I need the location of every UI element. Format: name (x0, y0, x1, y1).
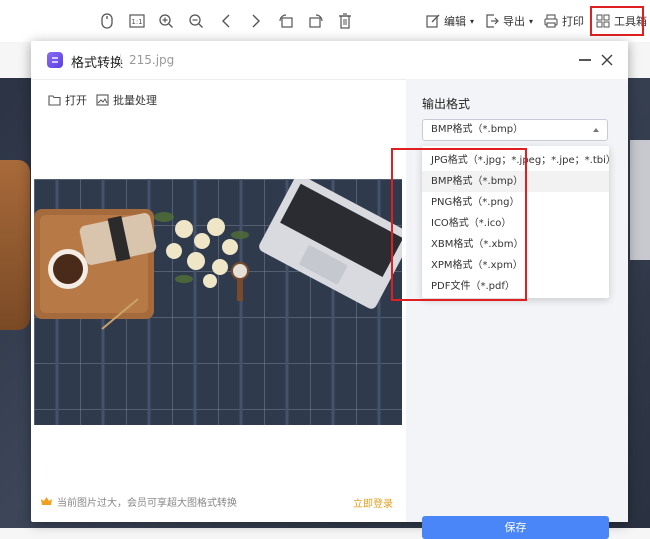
background-laptop (630, 140, 650, 260)
export-label: 导出 (503, 15, 525, 28)
output-format-label: 输出格式 (422, 97, 471, 111)
print-button[interactable]: 打印 (544, 10, 584, 32)
open-label: 打开 (65, 94, 87, 107)
prev-icon[interactable] (217, 10, 235, 32)
app-logo-icon (47, 52, 63, 68)
dialog-header: 格式转换 215.jpg (31, 41, 628, 80)
export-icon (486, 14, 499, 28)
chevron-up-icon (593, 128, 599, 132)
zoom-in-icon[interactable] (156, 10, 176, 32)
format-convert-dialog: 格式转换 215.jpg 打开 批量处理 当前图片过大，会员可享超大图格式转换 … (31, 41, 628, 539)
export-button[interactable]: 导出 ▾ (485, 10, 533, 32)
edit-button[interactable]: 编辑 ▾ (426, 10, 474, 32)
toolbox-highlight-box (590, 6, 644, 36)
image-icon (96, 94, 109, 106)
output-format-select[interactable]: BMP格式（*.bmp） (422, 119, 608, 141)
member-notice: 当前图片过大，会员可享超大图格式转换 (41, 494, 237, 509)
background-tray (0, 160, 30, 330)
login-link[interactable]: 立即登录 (353, 495, 393, 510)
rotate-right-icon[interactable] (306, 10, 326, 32)
image-preview (34, 179, 402, 425)
open-button[interactable]: 打开 (48, 92, 87, 108)
mouse-icon[interactable] (98, 10, 116, 32)
file-name: 215.jpg (129, 53, 175, 67)
chevron-down-icon: ▾ (529, 16, 534, 26)
batch-process-button[interactable]: 批量处理 (96, 92, 157, 108)
member-notice-text: 当前图片过大，会员可享超大图格式转换 (57, 498, 237, 509)
folder-icon (48, 95, 61, 106)
rotate-left-icon[interactable] (276, 10, 296, 32)
edit-icon (426, 14, 440, 28)
selected-format: BMP格式（*.bmp） (431, 124, 524, 135)
chevron-down-icon: ▾ (470, 16, 475, 26)
dropdown-highlight-box (391, 148, 527, 301)
next-icon[interactable] (247, 10, 265, 32)
viewer-toolbar: 1:1 编辑 ▾ 导出 ▾ 打印 工具箱 (0, 0, 650, 42)
svg-text:1:1: 1:1 (131, 18, 142, 26)
title-divider (120, 54, 121, 67)
dialog-title: 格式转换 (71, 56, 124, 71)
batch-label: 批量处理 (113, 94, 157, 107)
zoom-out-icon[interactable] (186, 10, 206, 32)
print-icon (544, 14, 558, 28)
print-label: 打印 (562, 15, 584, 28)
edit-label: 编辑 (444, 15, 466, 28)
crown-icon (41, 497, 52, 505)
delete-icon[interactable] (336, 10, 354, 32)
actual-size-icon[interactable]: 1:1 (127, 10, 147, 32)
minimize-icon[interactable] (579, 59, 591, 61)
close-icon[interactable] (599, 52, 615, 68)
